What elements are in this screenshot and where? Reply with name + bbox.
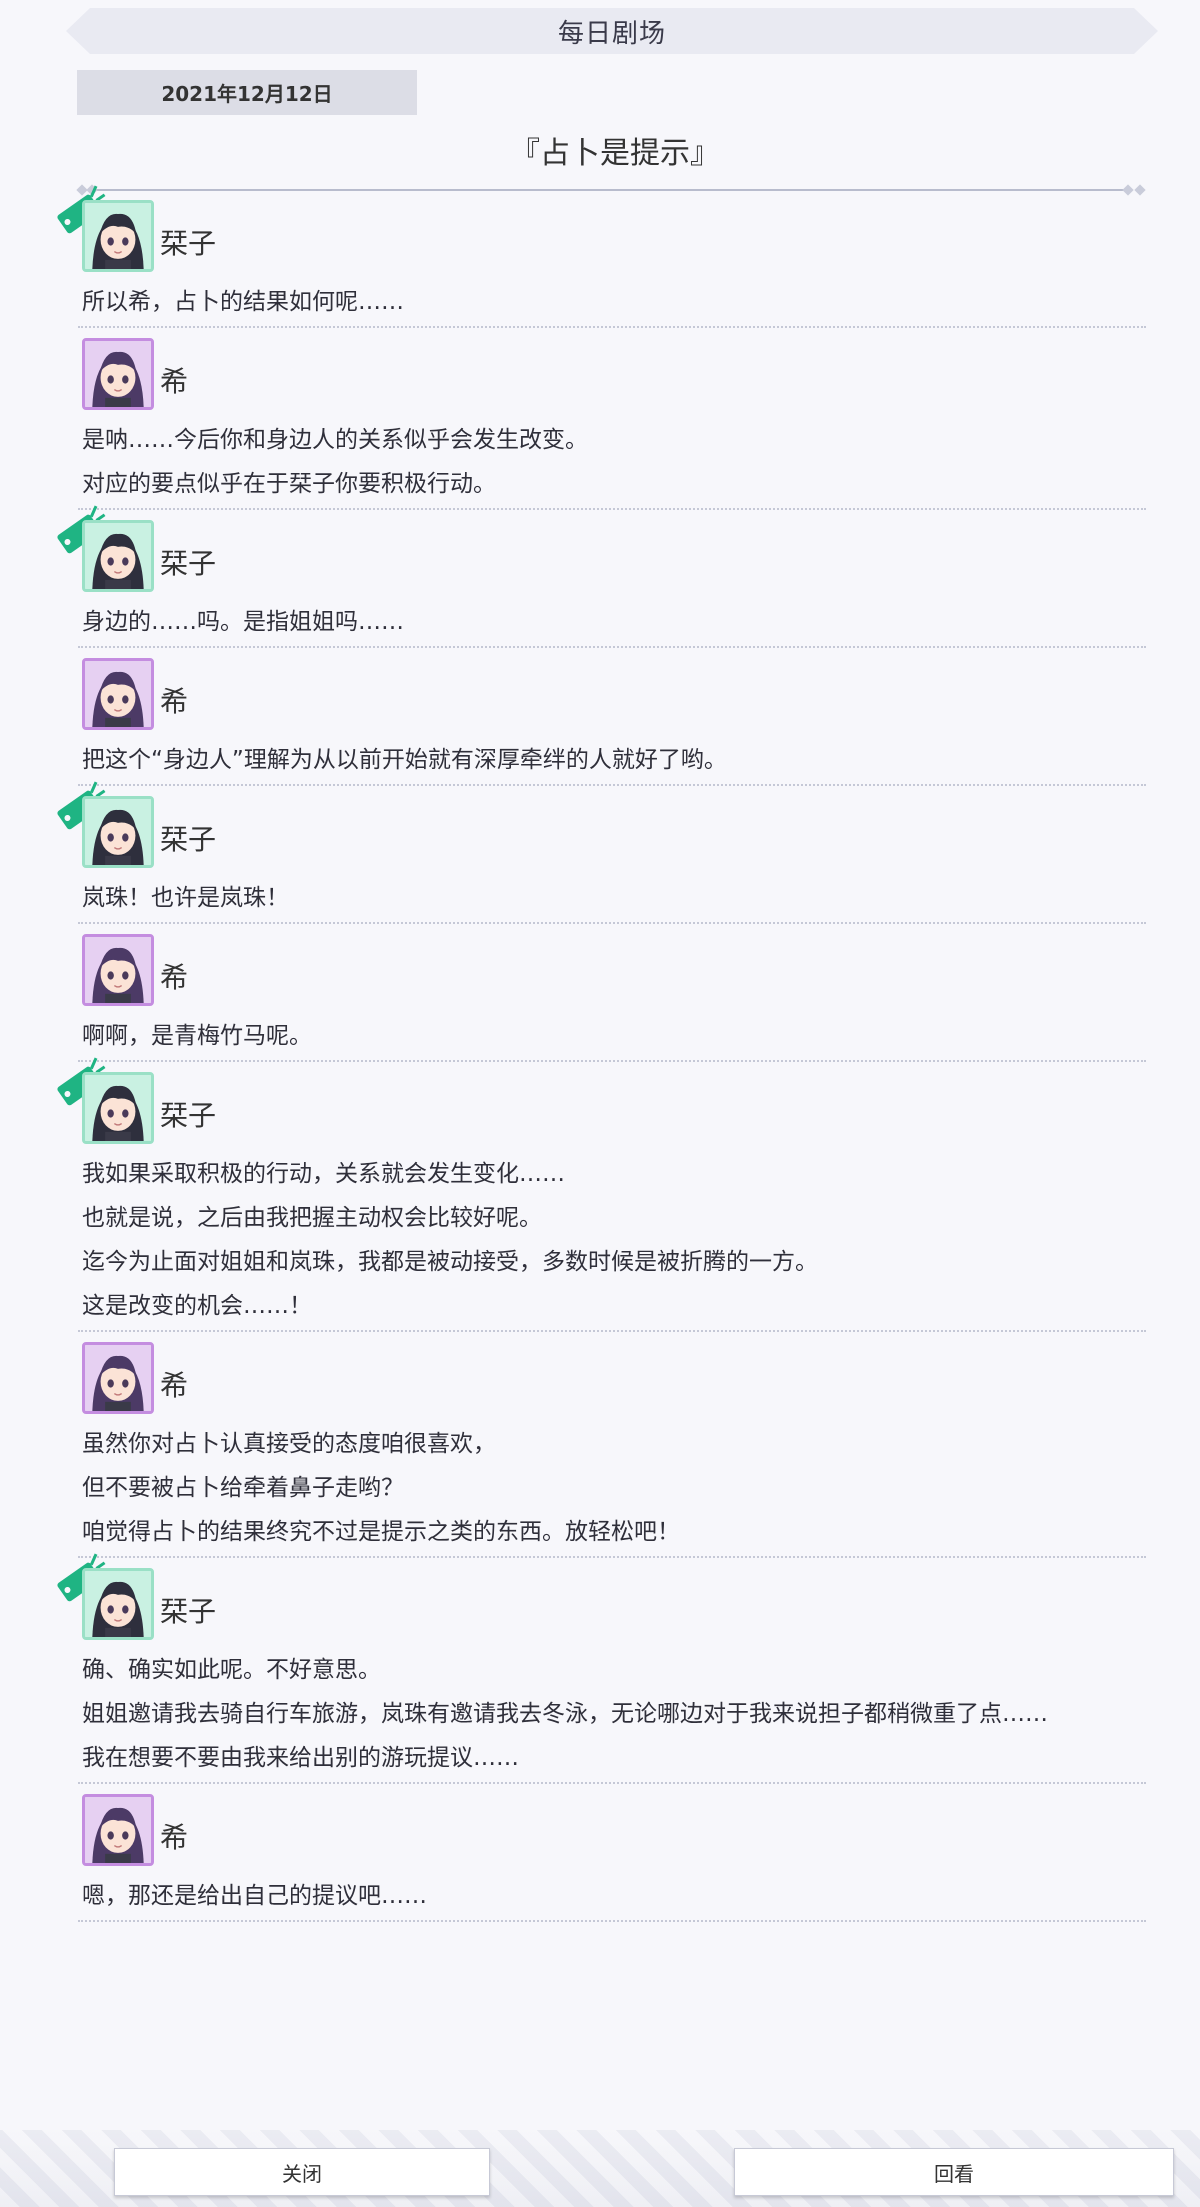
- purple-avatar: [82, 1794, 154, 1866]
- speaker-name: 栞子: [160, 1099, 217, 1132]
- purple-avatar: [82, 658, 154, 730]
- dialogue-entry: 希啊啊，是青梅竹马呢。: [0, 924, 1200, 1062]
- speaker-name: 希: [160, 365, 189, 398]
- header-title: 每日剧场: [557, 18, 666, 49]
- date-text: 2021年12月12日: [161, 82, 333, 106]
- dotted-separator: [78, 1920, 1146, 1922]
- dialogue-entry: 希把这个“身边人”理解为从以前开始就有深厚牵绊的人就好了哟。: [0, 648, 1200, 786]
- dialogue-line: 啊啊，是青梅竹马呢。: [82, 1023, 312, 1049]
- dialogue-line: 身边的……吗。是指姐姐吗……: [82, 609, 404, 635]
- green-avatar: [82, 796, 154, 868]
- crescent-moon-icon: [30, 646, 90, 710]
- header-banner: 每日剧场: [66, 8, 1158, 54]
- crescent-moon-icon: [30, 326, 90, 390]
- speaker-row: 栞子: [0, 1057, 1200, 1144]
- dialogue-lines: 虽然你对占卜认真接受的态度咱很喜欢， 但不要被占卜给牵着鼻子走哟？ 咱觉得占卜的结果…: [0, 1412, 1200, 1554]
- speaker-name: 栞子: [160, 227, 217, 260]
- speaker-row: 栞子: [0, 505, 1200, 592]
- dialogue-lines: 啊啊，是青梅竹马呢。: [0, 1004, 1200, 1058]
- purple-avatar: [82, 338, 154, 410]
- green-avatar: [82, 200, 154, 272]
- speaker-name: 希: [160, 685, 189, 718]
- speaker-name: 希: [160, 961, 189, 994]
- dialogue-line: 是呐……今后你和身边人的关系似乎会发生改变。: [82, 427, 588, 453]
- dialogue-list[interactable]: 栞子 所以希，占卜的结果如何呢…… 希是呐……今后你和身边人的关系似乎会发生改变。…: [0, 185, 1200, 1922]
- dialogue-lines: 身边的……吗。是指姐姐吗……: [0, 590, 1200, 644]
- dialogue-entry: 栞子岚珠！也许是岚珠！: [0, 781, 1200, 924]
- dialogue-line: 这是改变的机会……！: [82, 1293, 312, 1319]
- dialogue-line: 姐姐邀请我去骑自行车旅游，岚珠有邀请我去冬泳，无论哪边对于我来说担子都稍微重了点…: [82, 1701, 1048, 1727]
- dialogue-line: 把这个“身边人”理解为从以前开始就有深厚牵绊的人就好了哟。: [82, 747, 727, 773]
- dialogue-line: 迄今为止面对姐姐和岚珠，我都是被动接受，多数时候是被折腾的一方。: [82, 1249, 818, 1275]
- review-button[interactable]: 回看: [734, 2148, 1174, 2196]
- dialogue-lines: 确、确实如此呢。不好意思。姐姐邀请我去骑自行车旅游，岚珠有邀请我去冬泳，无论哪边…: [0, 1638, 1200, 1780]
- speaker-row: 栞子: [0, 1553, 1200, 1640]
- purple-avatar: [82, 934, 154, 1006]
- dialogue-entry: 栞子确、确实如此呢。不好意思。姐姐邀请我去骑自行车旅游，岚珠有邀请我去冬泳，无论…: [0, 1553, 1200, 1784]
- speaker-row: 希: [0, 326, 1200, 410]
- dialogue-entry: 栞子身边的……吗。是指姐姐吗……: [0, 505, 1200, 648]
- dialogue-line: 咱觉得占卜的结果终究不过是提示之类的东西。放轻松吧！: [82, 1519, 680, 1545]
- speaker-row: 希: [0, 646, 1200, 730]
- speaker-name: 希: [160, 1821, 189, 1854]
- speaker-row: 栞子: [0, 781, 1200, 868]
- dialogue-line: 虽然你对占卜认真接受的态度咱很喜欢，: [82, 1431, 496, 1457]
- dialogue-lines: 嗯，那还是给出自己的提议吧……: [0, 1864, 1200, 1918]
- dialogue-line: 岚珠！也许是岚珠！: [82, 885, 289, 911]
- daily-theater-screen: 每日剧场 2021年12月12日 『占卜是提示』 栞子所以希，占卜的结果如何呢……: [0, 0, 1200, 2207]
- date-badge: 2021年12月12日: [77, 70, 417, 115]
- dialogue-entry: 希是呐……今后你和身边人的关系似乎会发生改变。 对应的要点似乎在于栞子你要积极行动…: [0, 328, 1200, 510]
- close-button[interactable]: 关闭: [114, 2148, 490, 2196]
- dialogue-lines: 是呐……今后你和身边人的关系似乎会发生改变。 对应的要点似乎在于栞子你要积极行动。: [0, 408, 1200, 506]
- dialogue-entry: 栞子所以希，占卜的结果如何呢……: [0, 185, 1200, 328]
- speaker-row: 栞子: [0, 185, 1200, 272]
- crescent-moon-icon: [30, 1782, 90, 1846]
- dialogue-entry: 希嗯，那还是给出自己的提议吧……: [0, 1784, 1200, 1922]
- speaker-row: 希: [0, 1330, 1200, 1414]
- purple-avatar: [82, 1342, 154, 1414]
- dialogue-line: 我在想要不要由我来给出别的游玩提议……: [82, 1745, 519, 1771]
- dialogue-lines: 把这个“身边人”理解为从以前开始就有深厚牵绊的人就好了哟。: [0, 728, 1200, 782]
- crescent-moon-icon: [30, 1330, 90, 1394]
- dialogue-lines: 岚珠！也许是岚珠！: [0, 866, 1200, 920]
- dialogue-lines: 所以希，占卜的结果如何呢……: [0, 270, 1200, 324]
- dialogue-line: 嗯，那还是给出自己的提议吧……: [82, 1883, 427, 1909]
- dialogue-entry: 栞子我如果采取积极的行动，关系就会发生变化…… 也就是说，之后由我把握主动权会比较…: [0, 1057, 1200, 1332]
- dialogue-line: 所以希，占卜的结果如何呢……: [82, 289, 404, 315]
- dialogue-lines: 我如果采取积极的行动，关系就会发生变化…… 也就是说，之后由我把握主动权会比较好呢…: [0, 1142, 1200, 1328]
- speaker-name: 栞子: [160, 1595, 217, 1628]
- speaker-row: 希: [0, 1782, 1200, 1866]
- crescent-moon-icon: [30, 922, 90, 986]
- dialogue-line: 也就是说，之后由我把握主动权会比较好呢。: [82, 1205, 542, 1231]
- green-avatar: [82, 520, 154, 592]
- green-avatar: [82, 1568, 154, 1640]
- green-avatar: [82, 1072, 154, 1144]
- speaker-row: 希: [0, 922, 1200, 1006]
- dialogue-line: 我如果采取积极的行动，关系就会发生变化……: [82, 1161, 565, 1187]
- dialogue-line: 确、确实如此呢。不好意思。: [82, 1657, 381, 1683]
- dialogue-line: 但不要被占卜给牵着鼻子走哟？: [82, 1475, 404, 1501]
- speaker-name: 栞子: [160, 547, 217, 580]
- dialogue-entry: 希虽然你对占卜认真接受的态度咱很喜欢， 但不要被占卜给牵着鼻子走哟？ 咱觉得占卜的结…: [0, 1332, 1200, 1558]
- dialogue-line: 对应的要点似乎在于栞子你要积极行动。: [82, 471, 496, 497]
- speaker-name: 希: [160, 1369, 189, 1402]
- speaker-name: 栞子: [160, 823, 217, 856]
- episode-title: 『占卜是提示』: [510, 136, 720, 171]
